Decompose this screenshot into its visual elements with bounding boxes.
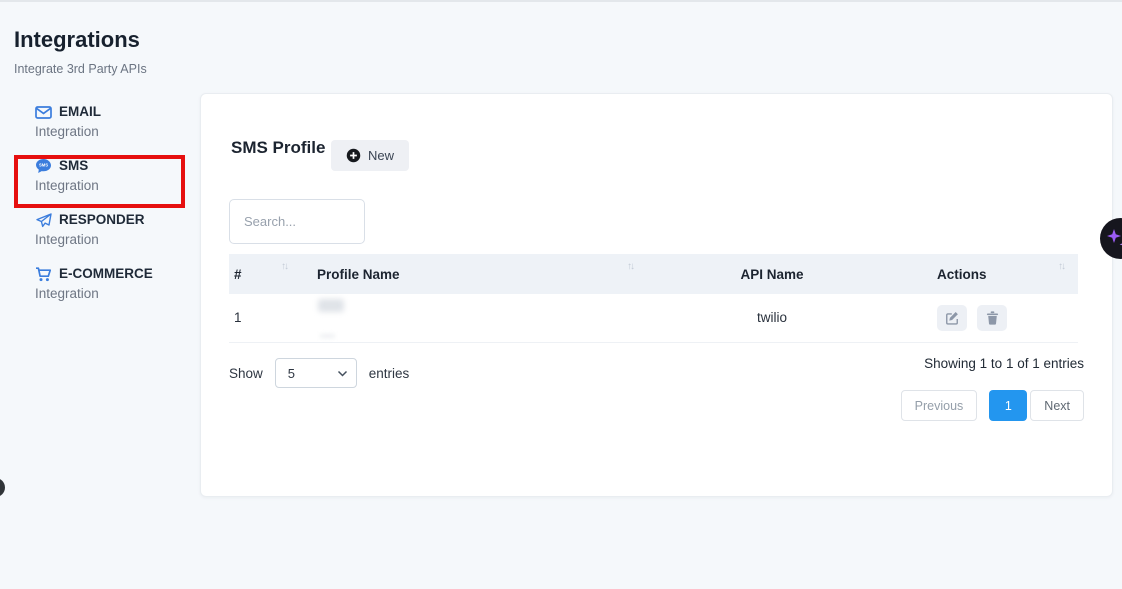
sidebar-item-sublabel: Integration — [35, 178, 195, 194]
svg-text:SMS: SMS — [39, 163, 48, 168]
ai-assistant-fab[interactable] — [1100, 218, 1122, 259]
sort-icon: ↑↓ — [281, 261, 287, 272]
table-row: 1 twilio — [229, 294, 1078, 342]
show-label: Show — [229, 366, 263, 381]
column-label: Profile Name — [317, 267, 400, 282]
column-header-api-name[interactable]: API Name — [641, 254, 903, 294]
panel-heading: SMS Profile — [231, 138, 325, 158]
sparkles-icon — [1104, 224, 1122, 254]
table-header-row: # ↑↓ Profile Name ↑↓ API Name Actions ↑↓ — [229, 254, 1078, 294]
sidebar-item-ecommerce[interactable]: E-COMMERCE Integration — [35, 266, 195, 302]
cell-actions — [903, 294, 1078, 342]
sidebar-item-label: E-COMMERCE — [59, 266, 153, 282]
current-page-button[interactable]: 1 — [989, 390, 1027, 421]
sms-chat-icon: SMS — [35, 158, 52, 174]
sidebar-item-email[interactable]: EMAIL Integration — [35, 104, 195, 140]
next-page-button[interactable]: Next — [1030, 390, 1084, 421]
page-subtitle: Integrate 3rd Party APIs — [14, 62, 147, 76]
search-input[interactable] — [229, 199, 365, 244]
table-summary: Showing 1 to 1 of 1 entries — [924, 356, 1084, 371]
sidebar-item-sublabel: Integration — [35, 232, 195, 248]
column-header-profile-name[interactable]: Profile Name ↑↓ — [309, 254, 641, 294]
column-label: Actions — [937, 267, 987, 282]
sidebar-item-sublabel: Integration — [35, 286, 195, 302]
edit-pencil-icon — [945, 311, 959, 325]
cell-profile-name — [309, 294, 641, 342]
sort-icon: ↑↓ — [1058, 261, 1064, 272]
delete-button[interactable] — [977, 305, 1007, 331]
sms-profile-card: SMS Profile New # ↑↓ Profile Name ↑↓ — [200, 93, 1113, 497]
column-header-index[interactable]: # ↑↓ — [229, 254, 309, 294]
shopping-cart-icon — [35, 267, 52, 282]
column-header-actions[interactable]: Actions ↑↓ — [903, 254, 1078, 294]
column-label: API Name — [740, 267, 803, 282]
sidebar-item-responder[interactable]: RESPONDER Integration — [35, 212, 195, 248]
entries-label: entries — [369, 366, 410, 381]
previous-page-button[interactable]: Previous — [901, 390, 978, 421]
sidebar-item-sms[interactable]: SMS SMS Integration — [35, 158, 195, 194]
redacted-profile-name-smudge — [320, 334, 335, 338]
plus-circle-icon — [346, 148, 361, 163]
page-size-select[interactable]: 5 — [275, 358, 357, 388]
cell-api-name: twilio — [641, 294, 903, 342]
cell-index: 1 — [229, 294, 309, 342]
sidebar-item-label: EMAIL — [59, 104, 101, 120]
page-size-control: Show 5 entries — [229, 358, 409, 388]
new-button-label: New — [368, 148, 394, 163]
sidebar-item-sublabel: Integration — [35, 124, 195, 140]
sidebar-item-label: SMS — [59, 158, 88, 174]
sort-icon: ↑↓ — [627, 261, 633, 272]
trash-icon — [986, 311, 999, 325]
integrations-sidebar: EMAIL Integration SMS SMS Integration RE… — [35, 104, 195, 320]
column-label: # — [234, 267, 242, 282]
window-top-edge — [0, 0, 1122, 2]
edge-widget-handle[interactable] — [0, 478, 5, 497]
profiles-table: # ↑↓ Profile Name ↑↓ API Name Actions ↑↓ — [229, 254, 1078, 343]
redacted-profile-name — [318, 299, 344, 312]
new-profile-button[interactable]: New — [331, 140, 409, 171]
pagination: Previous 1 Next — [901, 390, 1084, 421]
paper-plane-icon — [35, 213, 52, 228]
page-title: Integrations — [14, 27, 140, 53]
envelope-icon — [35, 106, 52, 119]
edit-button[interactable] — [937, 305, 967, 331]
sidebar-item-label: RESPONDER — [59, 212, 145, 228]
